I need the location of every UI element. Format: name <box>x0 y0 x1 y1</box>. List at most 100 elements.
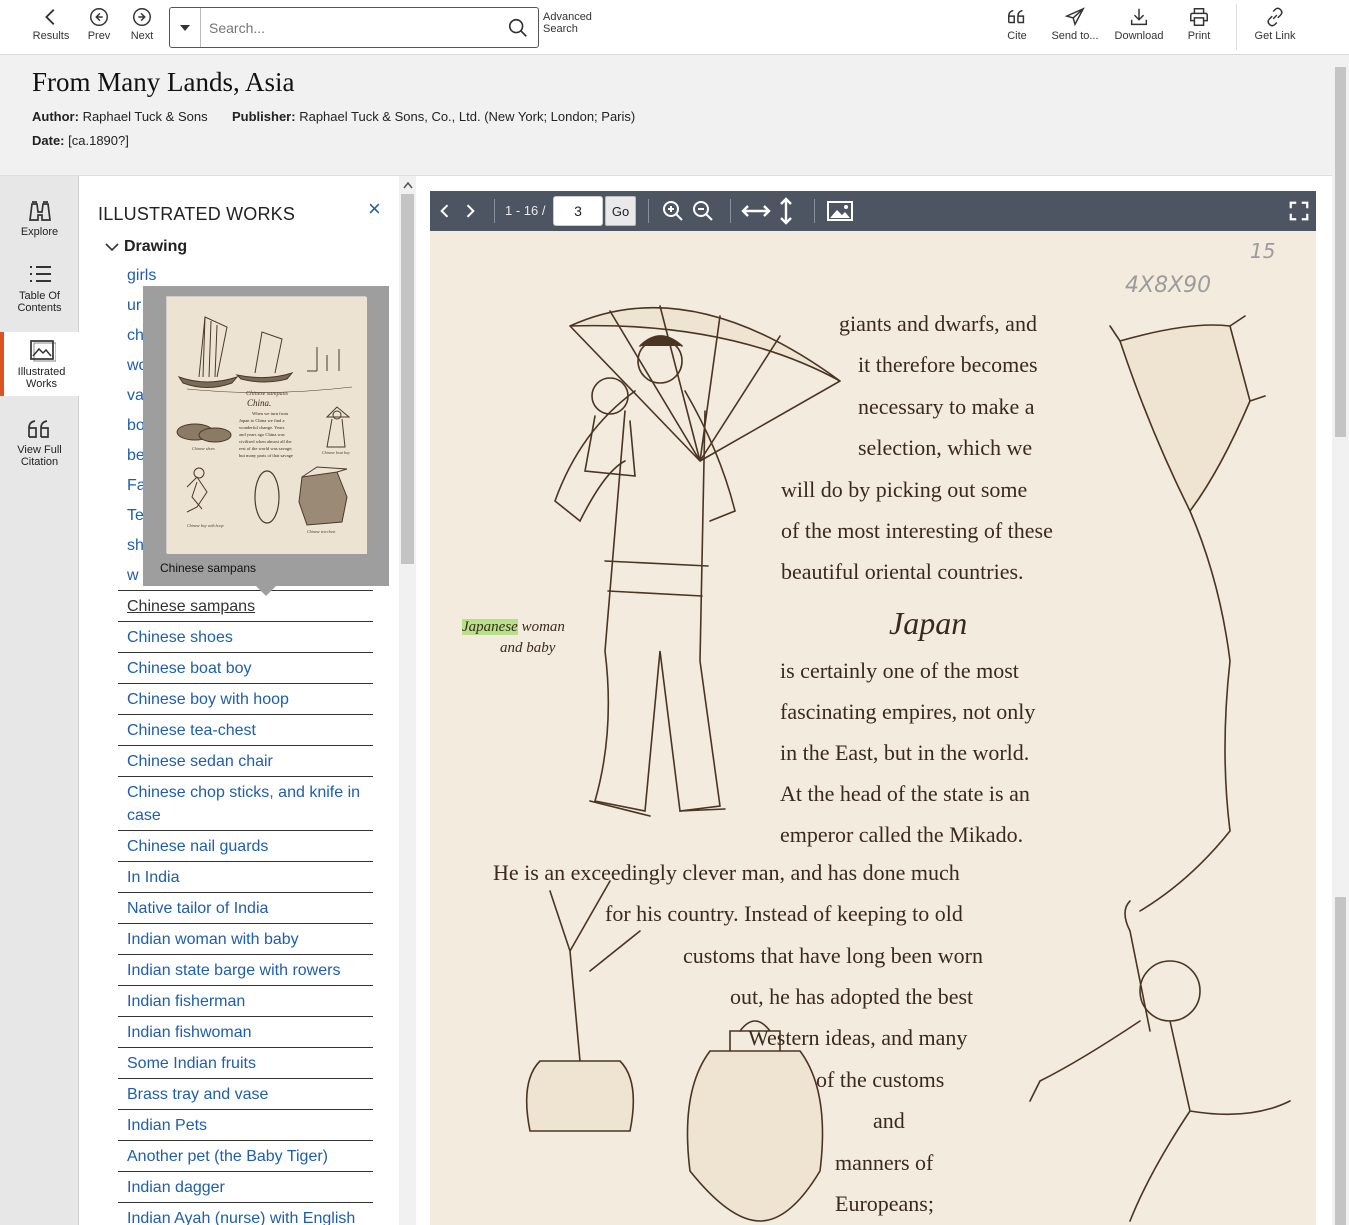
thumb-label-shoes: Chinese shoes <box>192 446 215 451</box>
page-line: emperor called the Mikado. <box>780 822 1024 847</box>
thumb-label-chest: Chinese tea-chest <box>307 529 336 534</box>
download-button[interactable]: Download <box>1112 6 1166 50</box>
page-line: in the East, but in the world. <box>780 740 1030 765</box>
thumbnail-preview-tooltip: Chinese sampans China. When we turn from… <box>143 286 389 596</box>
thumb-label-boats: Chinese sampans <box>246 391 288 397</box>
thumb-text-line: When we turn from <box>252 411 289 416</box>
get-link-button[interactable]: Get Link <box>1252 6 1298 50</box>
fit-width-icon <box>741 205 771 217</box>
list-item[interactable]: Chinese tea-chest <box>118 715 373 746</box>
left-rail: Explore Table Of Contents Illustrated Wo… <box>0 176 79 1225</box>
rail-explore[interactable]: Explore <box>0 192 79 256</box>
pencil-annotation: 15 <box>1250 239 1276 263</box>
rail-illustrated-works[interactable]: Illustrated Works <box>0 332 79 396</box>
rail-explore-label: Explore <box>20 226 59 238</box>
group-drawing[interactable]: Drawing <box>104 238 187 256</box>
list-icon <box>29 266 51 282</box>
panel-scroll-thumb[interactable] <box>401 194 414 564</box>
list-item-chinese-sampans[interactable]: Chinese sampans <box>118 591 373 622</box>
search-input[interactable] <box>201 8 498 47</box>
page-line: beautiful oriental countries. <box>781 559 1024 584</box>
prev-label: Prev <box>87 30 111 42</box>
image-view-button[interactable] <box>826 199 854 223</box>
chevron-down-icon <box>105 243 119 252</box>
fit-height-button[interactable] <box>776 197 796 225</box>
page-line: At the head of the state is an <box>780 781 1030 806</box>
list-item[interactable]: Indian Pets <box>118 1110 373 1141</box>
print-button[interactable]: Print <box>1185 6 1213 50</box>
toolbar-divider <box>1236 4 1237 50</box>
main-scroll-thumb[interactable] <box>1335 67 1346 437</box>
panel-scrollbar[interactable] <box>399 176 416 1225</box>
search-scope-dropdown[interactable] <box>170 8 201 47</box>
binoculars-icon <box>28 201 51 221</box>
list-item[interactable]: Chinese shoes <box>118 622 373 653</box>
list-item[interactable]: Chinese chop sticks, and knife in case <box>118 777 373 831</box>
send-to-button[interactable]: Send to... <box>1050 6 1100 50</box>
close-panel-button[interactable]: × <box>368 196 381 222</box>
results-button[interactable]: Results <box>30 6 72 50</box>
list-item[interactable]: Native tailor of India <box>118 893 373 924</box>
page-line: will do by picking out some <box>781 477 1028 502</box>
thumb-text-line: and years ago China was <box>239 432 285 437</box>
fit-height-icon <box>780 197 792 225</box>
go-button[interactable]: Go <box>605 196 636 226</box>
next-page-button[interactable] <box>460 199 480 223</box>
list-item[interactable]: Indian Ayah (nurse) with English <box>118 1203 373 1225</box>
search-button[interactable] <box>498 8 538 47</box>
page-number-input[interactable] <box>553 196 603 226</box>
illustration-caption: Japanese woman <box>462 619 565 636</box>
list-item[interactable]: Indian fishwoman <box>118 1017 373 1048</box>
arrow-right-circle-icon <box>133 8 151 26</box>
list-item[interactable]: Chinese sedan chair <box>118 746 373 777</box>
advanced-search-link[interactable]: Advanced Search <box>543 11 599 35</box>
list-item[interactable]: Indian dagger <box>118 1172 373 1203</box>
send-to-label: Send to... <box>1051 30 1099 42</box>
fullscreen-button[interactable] <box>1288 199 1310 223</box>
page-line: He is an exceedingly clever man, and has… <box>493 860 960 885</box>
next-button[interactable]: Next <box>127 6 157 50</box>
page-line: Western ideas, and many <box>748 1025 968 1050</box>
list-item[interactable]: Indian state barge with rowers <box>118 955 373 986</box>
list-item[interactable]: Some Indian fruits <box>118 1048 373 1079</box>
thumb-text-line: wonderful change. Years <box>239 425 285 430</box>
list-item[interactable]: Chinese nail guards <box>118 831 373 862</box>
results-label: Results <box>32 30 70 42</box>
list-item[interactable]: Another pet (the Baby Tiger) <box>118 1141 373 1172</box>
caption-rest: woman <box>521 619 565 635</box>
zoom-in-button[interactable] <box>660 199 686 223</box>
prev-page-button[interactable] <box>435 199 455 223</box>
list-item[interactable]: Chinese boat boy <box>118 653 373 684</box>
image-icon <box>29 340 56 362</box>
fit-width-button[interactable] <box>740 199 772 223</box>
cite-button[interactable]: Cite <box>1002 6 1032 50</box>
list-item[interactable]: Brass tray and vase <box>118 1079 373 1110</box>
list-item[interactable]: Chinese boy with hoop <box>118 684 373 715</box>
scroll-up-icon[interactable] <box>399 178 416 192</box>
rail-view-full-citation[interactable]: View Full Citation <box>0 410 79 474</box>
zoom-in-icon <box>663 201 683 221</box>
preview-thumbnail: Chinese sampans China. When we turn from… <box>166 296 367 554</box>
rail-table-of-contents[interactable]: Table Of Contents <box>0 256 79 320</box>
link-icon <box>1267 7 1283 27</box>
thumb-text-line: Japan to China we find a <box>239 418 285 423</box>
viewer-scroll-thumb[interactable] <box>1335 897 1346 1225</box>
quote-icon <box>27 420 49 438</box>
fullscreen-icon <box>1289 201 1309 221</box>
page-line: selection, which we <box>858 435 1033 460</box>
list-item[interactable]: Indian woman with baby <box>118 924 373 955</box>
list-item[interactable]: Indian fisherman <box>118 986 373 1017</box>
page-line: necessary to make a <box>858 394 1035 419</box>
download-icon <box>1130 8 1148 26</box>
list-item[interactable]: In India <box>118 862 373 893</box>
date-meta: Date: [ca.1890?] <box>32 133 129 148</box>
document-viewer: 1 - 16 / Go <box>417 176 1332 1225</box>
next-label: Next <box>130 30 154 42</box>
main-scrollbar[interactable] <box>1332 55 1349 1225</box>
print-label: Print <box>1187 30 1211 42</box>
zoom-out-button[interactable] <box>690 199 716 223</box>
author-value: Raphael Tuck & Sons <box>82 109 208 124</box>
prev-button[interactable]: Prev <box>84 6 114 50</box>
page-line: fascinating empires, not only <box>780 699 1036 724</box>
chevron-left-icon <box>440 204 449 218</box>
